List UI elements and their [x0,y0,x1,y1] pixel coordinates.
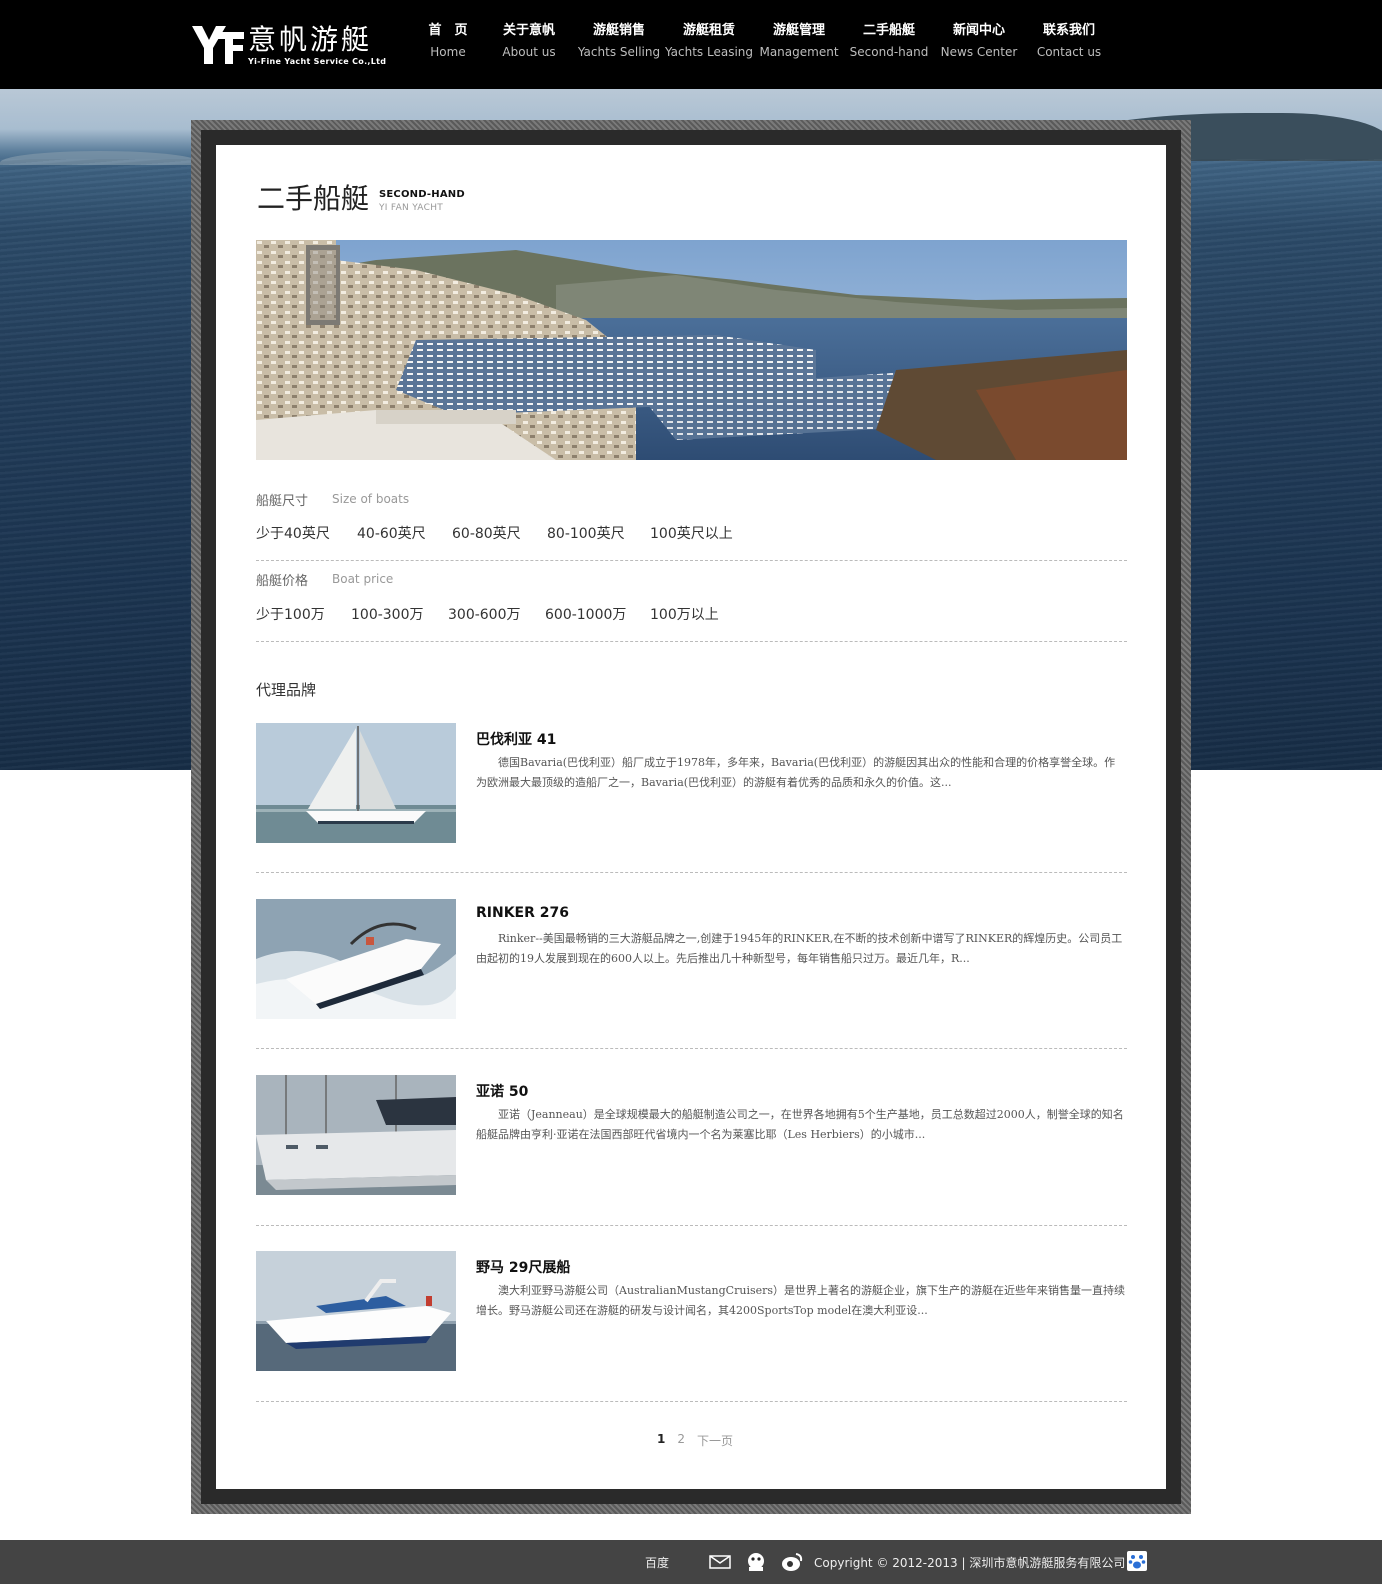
nav-label-en: Home [430,45,466,59]
divider [256,560,1127,561]
nav-management[interactable]: 游艇管理 Management [754,22,844,62]
product-desc: 澳大利亚野马游艇公司（AustralianMustangCruisers）是世界… [476,1284,1126,1317]
product-desc: Rinker--美国最畅销的三大游艇品牌之一,创建于1945年的RINKER,在… [476,932,1123,965]
footer: 百度 Copyright © 2012-2013 | 深圳市意帆游艇服务有限公司 [0,1540,1382,1584]
logo-en: Yi-Fine Yacht Service Co.,Ltd [248,57,387,66]
nav-label-cn: 游艇管理 [772,23,825,38]
size-filter-sub: Size of boats [332,492,410,506]
size-option[interactable]: 少于40英尺 [256,523,330,543]
nav-label-cn: 游艇销售 [592,23,645,38]
price-option[interactable]: 600-1000万 [545,604,626,624]
divider [256,1048,1127,1049]
mail-icon[interactable] [708,1551,732,1573]
nav-label-en: News Center [940,45,1018,59]
divider [256,1225,1127,1226]
divider [256,1401,1127,1402]
brands-heading: 代理品牌 [256,681,317,699]
page-title-sub: YI FAN YACHT [379,203,444,213]
divider [256,641,1127,642]
yf-logo-mark-icon [192,24,246,66]
price-filter-sub: Boat price [332,572,394,586]
page-title: 二手船艇 [257,182,370,215]
logo-cn: 意帆游艇 [248,23,373,56]
nav-second-hand[interactable]: 二手船艇 Second-hand [844,22,934,62]
nav-label-cn: 关于意帆 [502,23,555,38]
product-title[interactable]: 野马 29尺展船 [476,1257,570,1277]
nav-label-cn: 首 页 [428,23,468,38]
logo-text: 意帆游艇 Yi-Fine Yacht Service Co.,Ltd [248,24,386,67]
nav-label-en: Yachts Leasing [664,45,754,59]
product-image-cruiser[interactable] [256,1075,456,1195]
social-icons [708,1551,804,1573]
page-1[interactable]: 1 [657,1432,665,1449]
price-option[interactable]: 少于100万 [256,604,325,624]
nav-leasing[interactable]: 游艇租赁 Yachts Leasing [664,22,754,62]
weibo-icon[interactable] [780,1551,804,1573]
nav-news[interactable]: 新闻中心 News Center [934,22,1024,62]
baidu-paw-icon[interactable] [1127,1551,1147,1571]
nav-label-cn: 游艇租赁 [682,23,735,38]
size-option[interactable]: 80-100英尺 [547,523,625,543]
header: 意帆游艇 Yi-Fine Yacht Service Co.,Ltd 首 页 H… [0,0,1382,89]
harbor-banner-image [256,240,1127,460]
nav-label-cn: 联系我们 [1042,23,1095,38]
product-desc: 亚诺（Jeanneau）是全球规模最大的船艇制造公司之一，在世界各地拥有5个生产… [476,1108,1124,1141]
next-page[interactable]: 下一页 [697,1432,733,1449]
divider [256,872,1127,873]
site-logo[interactable]: 意帆游艇 Yi-Fine Yacht Service Co.,Ltd [192,24,386,68]
nav-label-en: Yachts Selling [577,45,661,59]
nav-contact[interactable]: 联系我们 Contact us [1024,22,1114,62]
price-filter-label: 船艇价格 [256,574,309,589]
price-option[interactable]: 100-300万 [351,604,424,624]
nav-selling[interactable]: 游艇销售 Yachts Selling [574,22,664,62]
copyright: Copyright © 2012-2013 | 深圳市意帆游艇服务有限公司 [814,1556,1126,1570]
product-image-mustang[interactable] [256,1251,456,1371]
nav-label-en: Management [759,45,839,59]
product-title[interactable]: 巴伐利亚 41 [476,729,556,749]
size-filter-label: 船艇尺寸 [256,494,309,509]
product-image-sailboat[interactable] [256,723,456,843]
nav-label-en: About us [502,45,556,59]
nav-label-en: Contact us [1036,45,1102,59]
nav-home[interactable]: 首 页 Home [412,22,484,62]
pagination: 1 2 下一页 [657,1432,733,1449]
nav-label-cn: 二手船艇 [862,23,915,38]
size-option[interactable]: 100英尺以上 [650,523,733,543]
price-option[interactable]: 300-600万 [448,604,521,624]
product-title[interactable]: RINKER 276 [476,905,569,921]
qq-icon[interactable] [744,1551,768,1573]
size-option[interactable]: 40-60英尺 [357,523,426,543]
page-title-en: SECOND-HAND [379,189,465,200]
main-nav: 首 页 Home 关于意帆 About us 游艇销售 Yachts Selli… [412,22,1114,62]
size-option[interactable]: 60-80英尺 [452,523,521,543]
product-image-speedboat[interactable] [256,899,456,1019]
baidu-link[interactable]: 百度 [645,1554,669,1571]
product-desc: 德国Bavaria(巴伐利亚）船厂成立于1978年，多年来，Bavaria(巴伐… [476,756,1116,789]
price-option[interactable]: 100万以上 [650,604,719,624]
nav-label-en: Second-hand [849,45,929,59]
page-2[interactable]: 2 [677,1432,685,1449]
nav-label-cn: 新闻中心 [952,23,1005,38]
product-title[interactable]: 亚诺 50 [476,1081,528,1101]
nav-about[interactable]: 关于意帆 About us [484,22,574,62]
